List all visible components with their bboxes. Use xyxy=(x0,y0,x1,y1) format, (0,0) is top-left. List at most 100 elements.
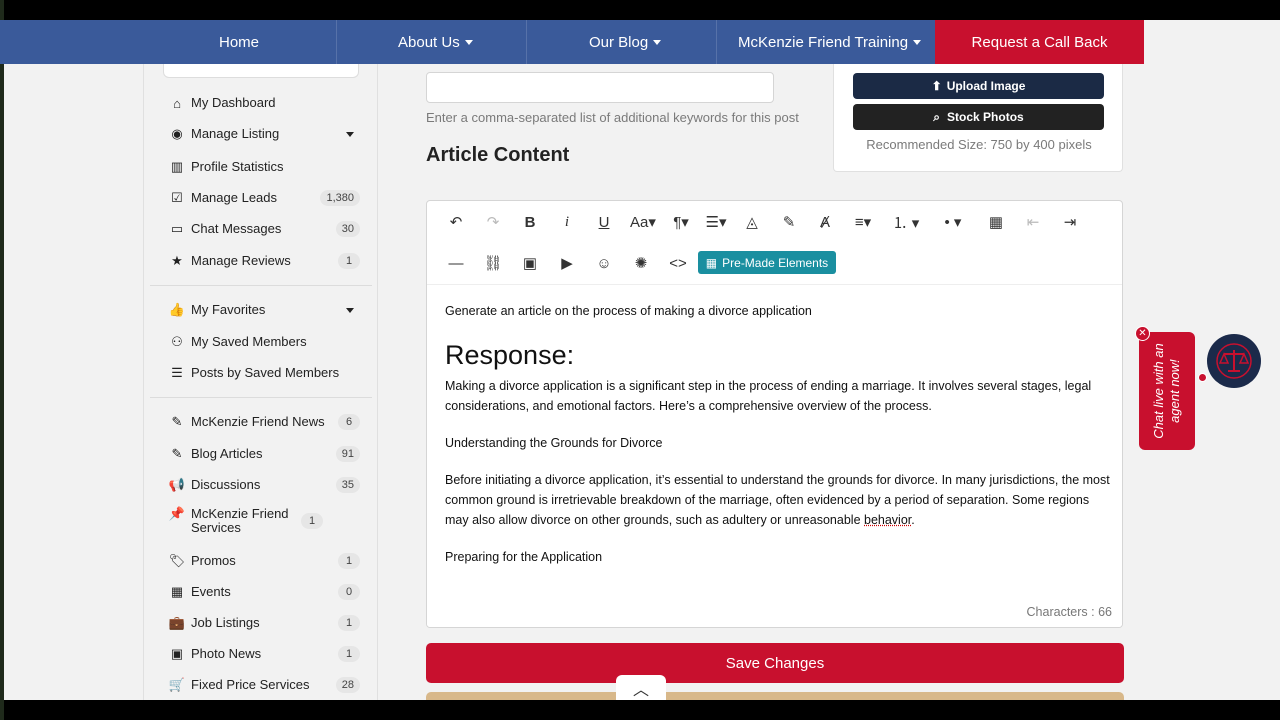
spellcheck-word: behavior xyxy=(864,513,912,527)
sidebar-item-chat-messages[interactable]: ▭ Chat Messages 30 xyxy=(170,218,360,240)
prompt-text: Generate an article on the process of ma… xyxy=(445,304,812,318)
sidebar-item-manage-reviews[interactable]: ★ Manage Reviews 1 xyxy=(170,250,360,272)
sidebar-item-fixed-price-services[interactable]: 🛒 Fixed Price Services 28 xyxy=(168,674,360,696)
sidebar-item-events[interactable]: ▦ Events 0 xyxy=(170,581,360,603)
highlight-icon[interactable]: ✎ xyxy=(778,211,800,233)
rich-text-editor: ↶ ↷ B i U Aa▾ ¶▾ ☰▾ ◬ ✎ Ⱥ ≡▾ ⒈ ▾ • ▾ ▦ ⇤… xyxy=(426,200,1123,628)
sidebar-item-job-listings[interactable]: 💼 Job Listings 1 xyxy=(168,612,360,634)
sidebar-item-label: Events xyxy=(191,584,231,599)
image-icon: ▣ xyxy=(170,646,184,661)
sidebar-item-my-favorites[interactable]: 👍 My Favorites xyxy=(168,299,360,321)
horizontal-line-icon[interactable]: — xyxy=(445,252,467,274)
grid-icon: ▦ xyxy=(705,255,718,270)
count-badge: 1 xyxy=(301,513,323,529)
paragraph-intro: Making a divorce application is a signif… xyxy=(445,379,1092,413)
nav-home-label: Home xyxy=(219,33,260,51)
editor-content[interactable]: Generate an article on the process of ma… xyxy=(445,301,1115,584)
editor-footer xyxy=(427,589,1122,627)
sidebar-item-label: Profile Statistics xyxy=(191,159,284,174)
text-color-icon[interactable]: ◬ xyxy=(741,211,763,233)
upload-image-button[interactable]: ⬆ Upload Image xyxy=(853,73,1104,99)
scales-of-justice-icon[interactable] xyxy=(1207,334,1261,388)
line-height-icon[interactable]: ☰▾ xyxy=(701,211,731,233)
cart-icon: 🛒 xyxy=(168,677,186,692)
request-call-back-button[interactable]: Request a Call Back xyxy=(935,20,1144,64)
caret-down-icon[interactable] xyxy=(346,307,354,313)
main-content: Enter a comma-separated list of addition… xyxy=(405,64,1145,700)
online-indicator xyxy=(1198,373,1207,382)
nav-home[interactable]: Home xyxy=(219,20,259,64)
sidebar-item-label: Posts by Saved Members xyxy=(191,365,340,380)
indent-icon[interactable]: ⇥ xyxy=(1059,211,1081,233)
smart-tags-input[interactable] xyxy=(426,72,774,103)
dashboard-sidebar: ⌂ My Dashboard ◉ Manage Listing ▥ Profil… xyxy=(143,64,378,700)
close-icon[interactable]: ✕ xyxy=(1135,326,1150,341)
scroll-to-top-button[interactable]: ︿ xyxy=(616,675,666,700)
bold-icon[interactable]: B xyxy=(519,211,541,233)
sidebar-item-manage-listing[interactable]: ◉ Manage Listing xyxy=(170,123,360,145)
count-badge: 0 xyxy=(338,584,360,600)
sidebar-item-manage-leads[interactable]: ☑ Manage Leads 1,380 xyxy=(170,187,360,209)
count-badge: 1,380 xyxy=(320,190,360,206)
undo-icon[interactable]: ↶ xyxy=(445,211,467,233)
redo-icon[interactable]: ↷ xyxy=(482,211,504,233)
main-navigation: Home About Us Our Blog McKenzie Friend T… xyxy=(0,20,1144,64)
paragraph-grounds-end: . xyxy=(911,513,915,527)
paragraph-grounds-text: Before initiating a divorce application,… xyxy=(445,473,1110,527)
upload-icon: ⬆ xyxy=(931,79,942,93)
nav-our-blog[interactable]: Our Blog xyxy=(589,20,662,64)
sidebar-item-label: My Saved Members xyxy=(191,334,307,349)
ai-assistant-icon[interactable]: ✺ xyxy=(630,252,652,274)
outdent-icon[interactable]: ⇤ xyxy=(1022,211,1044,233)
caret-down-icon xyxy=(653,39,662,45)
search-icon: ⌕ xyxy=(933,109,941,124)
ordered-list-icon[interactable]: ⒈ ▾ xyxy=(889,211,923,233)
sidebar-item-posts-by-saved-members[interactable]: ☰ Posts by Saved Members xyxy=(170,362,360,384)
insert-image-icon[interactable]: ▣ xyxy=(519,252,541,274)
paragraph-format-icon[interactable]: ¶▾ xyxy=(667,211,695,233)
underline-icon[interactable]: U xyxy=(593,211,615,233)
sidebar-item-mckenzie-friend-news[interactable]: ✎ McKenzie Friend News 6 xyxy=(170,411,360,433)
clear-format-icon[interactable]: Ⱥ xyxy=(814,211,836,233)
thumbs-up-icon: 👍 xyxy=(168,302,186,317)
italic-icon[interactable]: i xyxy=(556,211,578,233)
font-size-icon[interactable]: Aa▾ xyxy=(628,211,658,233)
nav-about-us[interactable]: About Us xyxy=(398,20,473,64)
pencil-icon: ✎ xyxy=(171,446,183,461)
sidebar-item-my-dashboard[interactable]: ⌂ My Dashboard xyxy=(170,92,360,114)
sidebar-item-promos[interactable]: 🏷 Promos 1 xyxy=(169,550,360,572)
sidebar-item-profile-statistics[interactable]: ▥ Profile Statistics xyxy=(170,156,360,178)
scales-icon-graphic xyxy=(1216,343,1252,379)
unordered-list-icon[interactable]: • ▾ xyxy=(936,211,970,233)
sidebar-item-discussions[interactable]: 📢 Discussions 35 xyxy=(169,474,360,496)
chat-icon: ▭ xyxy=(170,221,184,236)
align-icon[interactable]: ≡▾ xyxy=(848,211,878,233)
sidebar-item-label: Blog Articles xyxy=(191,446,263,461)
link-icon[interactable]: ⛓ xyxy=(482,252,504,274)
sidebar-item-my-saved-members[interactable]: ⚇ My Saved Members xyxy=(170,331,360,353)
caret-down-icon[interactable] xyxy=(346,131,354,137)
count-badge: 6 xyxy=(338,414,360,430)
emoji-icon[interactable]: ☺ xyxy=(593,252,615,274)
code-view-icon[interactable]: <> xyxy=(667,252,689,274)
nav-training[interactable]: McKenzie Friend Training xyxy=(738,20,922,64)
heading-preparing: Preparing for the Application xyxy=(445,550,603,564)
table-icon[interactable]: ▦ xyxy=(985,211,1007,233)
sidebar-item-mckenzie-friend-services[interactable]: 📌 McKenzie Friend Services 1 xyxy=(169,506,360,536)
pre-made-elements-button[interactable]: ▦ Pre-Made Elements xyxy=(698,251,836,274)
save-changes-button[interactable]: Save Changes xyxy=(426,643,1124,683)
count-badge: 1 xyxy=(338,646,360,662)
stock-photos-button[interactable]: ⌕ Stock Photos xyxy=(853,104,1104,130)
chevron-up-icon: ︿ xyxy=(632,681,649,699)
character-count: Characters : 66 xyxy=(1026,605,1112,619)
sidebar-item-blog-articles[interactable]: ✎ Blog Articles 91 xyxy=(170,443,360,465)
sidebar-item-photo-news[interactable]: ▣ Photo News 1 xyxy=(170,643,360,665)
user-plus-icon: ⚇ xyxy=(171,334,183,349)
sidebar-item-label: Job Listings xyxy=(191,615,260,630)
sidebar-item-label: McKenzie Friend Services xyxy=(191,506,289,535)
bar-chart-icon: ▥ xyxy=(170,159,184,174)
insert-video-icon[interactable]: ▶ xyxy=(556,252,578,274)
live-chat-bubble[interactable]: Chat live with an agent now! xyxy=(1139,332,1195,450)
article-content-heading: Article Content xyxy=(426,144,570,166)
briefcase-icon: 💼 xyxy=(168,615,186,630)
